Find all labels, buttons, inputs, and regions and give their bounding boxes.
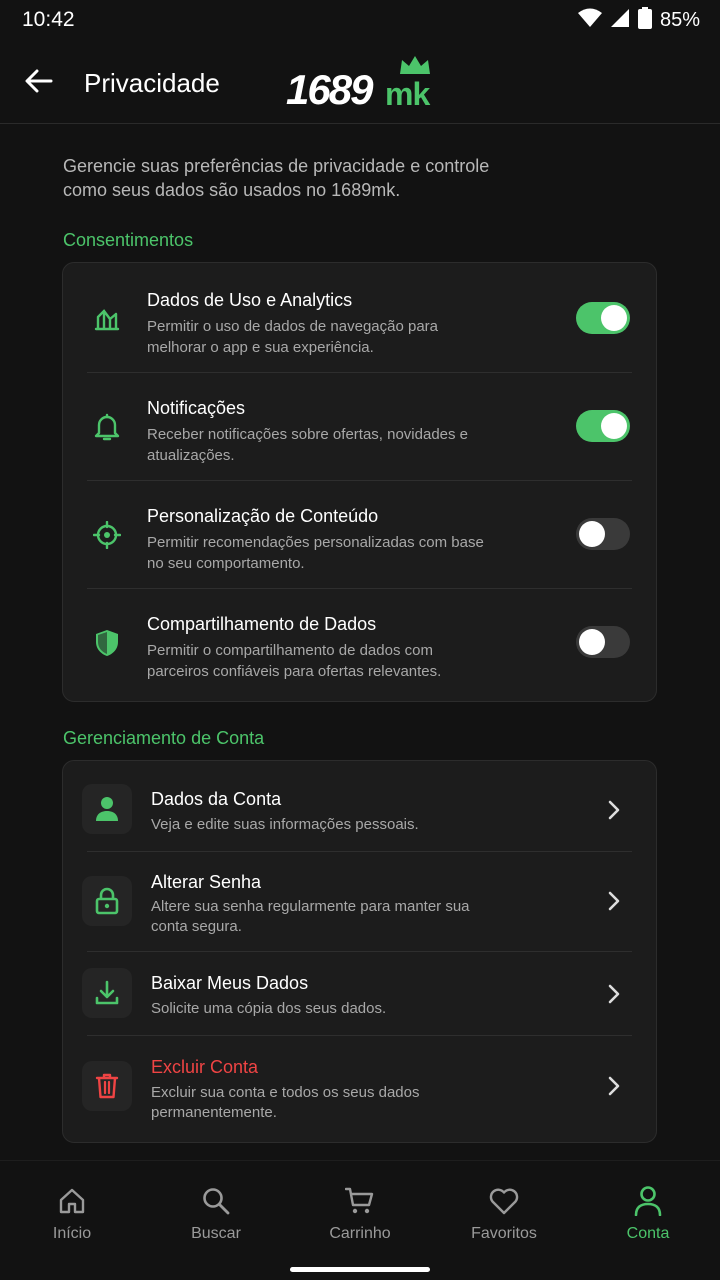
consent-desc: Permitir o uso de dados de navegação par… bbox=[147, 318, 439, 356]
account-card: Dados da Conta Veja e edite suas informa… bbox=[62, 760, 657, 1143]
lock-icon bbox=[82, 876, 132, 926]
logo-suffix: mk bbox=[385, 76, 430, 112]
toggle-notifications[interactable] bbox=[576, 410, 630, 442]
crosshair-icon bbox=[91, 519, 123, 551]
arrow-left-icon bbox=[25, 69, 53, 93]
section-title-consent: Consentimentos bbox=[63, 230, 194, 250]
account-item-desc: Excluir sua conta e todos os seus dados … bbox=[151, 1084, 420, 1121]
account-item-delete[interactable]: Excluir Conta Excluir sua conta e todos … bbox=[63, 1036, 656, 1144]
account-item-desc: Solicite uma cópia dos seus dados. bbox=[151, 1000, 387, 1017]
chevron-right-icon bbox=[604, 889, 624, 913]
home-indicator[interactable] bbox=[290, 1267, 430, 1272]
consent-item-notifications: Notificações Receber notificações sobre … bbox=[63, 373, 656, 481]
home-icon bbox=[56, 1185, 88, 1217]
nav-label: Carrinho bbox=[329, 1225, 391, 1242]
nav-item-conta[interactable]: Conta bbox=[576, 1161, 720, 1265]
bottom-nav: Início Buscar Carrinho Favoritos Conta bbox=[0, 1160, 720, 1280]
account-item-desc: Altere sua senha regularmente para mante… bbox=[151, 898, 470, 935]
consent-title: Compartilhamento de Dados bbox=[147, 614, 377, 634]
account-item-desc: Veja e edite suas informações pessoais. bbox=[151, 816, 419, 833]
heart-icon bbox=[488, 1185, 520, 1217]
trash-icon bbox=[82, 1061, 132, 1111]
toggle-personalization[interactable] bbox=[576, 518, 630, 550]
nav-item-inicio[interactable]: Início bbox=[0, 1161, 144, 1265]
logo-number: 1689 bbox=[286, 66, 373, 113]
page-title: Privacidade bbox=[84, 68, 220, 98]
intro-text: Gerencie suas preferências de privacidad… bbox=[63, 156, 490, 200]
consent-desc: Permitir o compartilhamento de dados com… bbox=[147, 642, 442, 680]
toggle-data-sharing[interactable] bbox=[576, 626, 630, 658]
status-time: 10:42 bbox=[22, 8, 75, 31]
nav-label: Favoritos bbox=[471, 1225, 537, 1242]
account-item-title: Alterar Senha bbox=[151, 872, 262, 892]
consent-card: Dados de Uso e Analytics Permitir o uso … bbox=[62, 262, 657, 702]
nav-label: Início bbox=[52, 1225, 92, 1242]
consent-title: Dados de Uso e Analytics bbox=[147, 290, 353, 310]
account-item-title: Dados da Conta bbox=[151, 789, 282, 809]
nav-item-carrinho[interactable]: Carrinho bbox=[288, 1161, 432, 1265]
account-icon bbox=[632, 1185, 664, 1217]
consent-title: Personalização de Conteúdo bbox=[147, 506, 379, 526]
nav-item-favoritos[interactable]: Favoritos bbox=[432, 1161, 576, 1265]
consent-item-analytics: Dados de Uso e Analytics Permitir o uso … bbox=[63, 263, 656, 373]
account-item-data[interactable]: Dados da Conta Veja e edite suas informa… bbox=[63, 761, 656, 852]
brand-logo: 1689 mk bbox=[286, 52, 446, 114]
status-bar: 10:42 85% bbox=[0, 0, 720, 40]
consent-item-sharing: Compartilhamento de Dados Permitir o com… bbox=[63, 589, 656, 703]
consent-desc: Receber notificações sobre ofertas, novi… bbox=[147, 426, 469, 464]
shield-icon bbox=[91, 627, 123, 659]
battery-percent: 85% bbox=[659, 8, 700, 31]
download-icon bbox=[82, 968, 132, 1018]
nav-item-buscar[interactable]: Buscar bbox=[144, 1161, 288, 1265]
delete-account-title: Excluir Conta bbox=[151, 1057, 259, 1077]
person-icon bbox=[82, 784, 132, 834]
app-bar: Privacidade 1689 mk bbox=[0, 40, 720, 124]
toggle-analytics[interactable] bbox=[576, 302, 630, 334]
chevron-right-icon bbox=[604, 798, 624, 822]
account-item-title: Baixar Meus Dados bbox=[151, 973, 309, 993]
crown-icon bbox=[400, 56, 430, 74]
chevron-right-icon bbox=[604, 1074, 624, 1098]
bell-icon bbox=[91, 411, 123, 443]
analytics-icon bbox=[91, 303, 123, 335]
account-item-download[interactable]: Baixar Meus Dados Solicite uma cópia dos… bbox=[63, 952, 656, 1036]
battery-icon bbox=[637, 6, 652, 34]
cart-icon bbox=[344, 1185, 376, 1217]
signal-icon bbox=[610, 8, 630, 33]
account-item-password[interactable]: Alterar Senha Altere sua senha regularme… bbox=[63, 852, 656, 952]
back-button[interactable] bbox=[20, 62, 58, 100]
consent-item-personalization: Personalização de Conteúdo Permitir reco… bbox=[63, 481, 656, 589]
consent-title: Notificações bbox=[147, 398, 246, 418]
chevron-right-icon bbox=[604, 982, 624, 1006]
consent-desc: Permitir recomendações personalizadas co… bbox=[147, 534, 484, 572]
section-title-account: Gerenciamento de Conta bbox=[63, 728, 265, 748]
nav-label: Conta bbox=[626, 1225, 670, 1242]
wifi-icon bbox=[577, 8, 602, 33]
search-icon bbox=[200, 1185, 232, 1217]
nav-label: Buscar bbox=[191, 1225, 241, 1242]
